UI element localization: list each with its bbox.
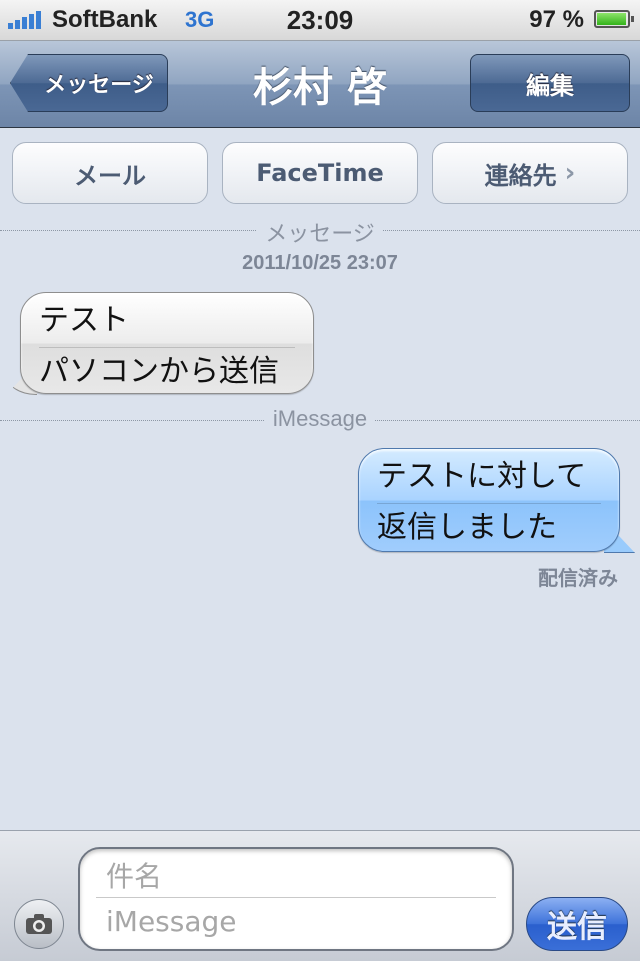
send-button[interactable]: 送信 — [526, 897, 628, 951]
compose-bar: 件名 iMessage 送信 — [0, 830, 640, 961]
contact-actions: メール FaceTime 連絡先 › — [0, 142, 640, 206]
contact-button[interactable]: 連絡先 › — [432, 142, 628, 204]
outgoing-message-bubble[interactable]: テストに対して 返信しました — [358, 448, 620, 552]
imessage-separator: iMessage — [0, 406, 640, 436]
separator-label: メッセージ — [257, 221, 383, 246]
battery-icon — [594, 10, 634, 28]
message-type-separator: メッセージ — [0, 216, 640, 246]
facetime-button-label: FaceTime — [256, 159, 384, 187]
message-timestamp: 2011/10/25 23:07 — [242, 252, 398, 274]
message-input[interactable]: 件名 iMessage — [78, 847, 514, 951]
camera-icon — [26, 914, 52, 934]
outgoing-message-body: 返信しました — [377, 503, 601, 554]
contact-button-label: 連絡先 — [484, 161, 557, 190]
battery-percentage: 97 % — [529, 6, 584, 33]
incoming-message-bubble[interactable]: テスト パソコンから送信 — [20, 292, 314, 394]
message-body-field[interactable]: iMessage — [106, 905, 237, 938]
navigation-bar: メッセージ 杉村 啓 編集 — [0, 41, 640, 128]
camera-button[interactable] — [14, 899, 64, 949]
subject-field[interactable]: 件名 — [106, 855, 162, 895]
incoming-message-body: パソコンから送信 — [39, 347, 295, 398]
edit-button[interactable]: 編集 — [470, 54, 630, 112]
separator-label: iMessage — [264, 406, 376, 431]
mail-button[interactable]: メール — [12, 142, 208, 204]
incoming-message-subject: テスト — [39, 303, 129, 338]
chevron-right-icon: › — [564, 158, 576, 188]
outgoing-message-subject: テストに対して — [377, 459, 587, 494]
status-bar: SoftBank 3G 23:09 97 % — [0, 0, 640, 41]
facetime-button[interactable]: FaceTime — [222, 142, 418, 204]
delivery-status: 配信済み — [538, 568, 618, 590]
mail-button-label: メール — [74, 161, 146, 190]
